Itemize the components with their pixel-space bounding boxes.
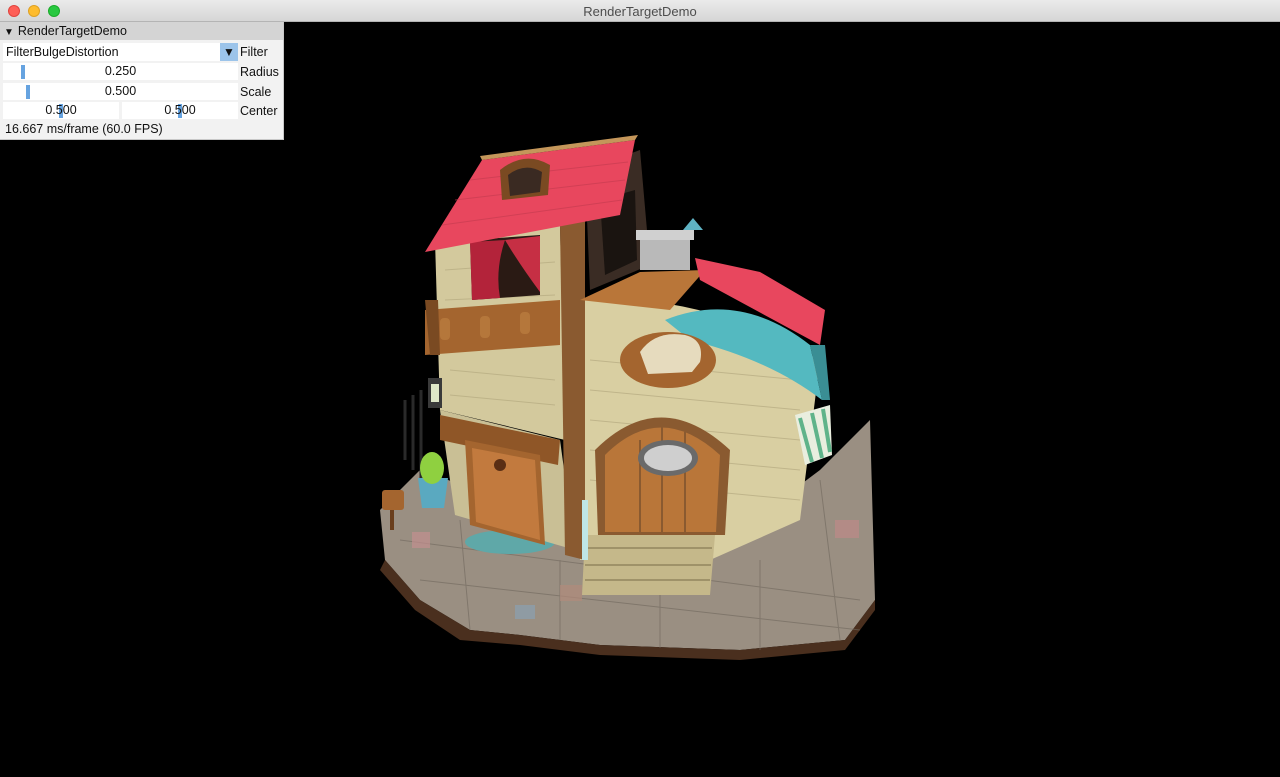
center-slider-group: 0.500 0.500 (3, 102, 238, 119)
window-title: RenderTargetDemo (583, 4, 697, 19)
filter-combo[interactable]: FilterBulgeDistortion ▼ (3, 43, 238, 61)
scale-slider-handle[interactable] (26, 85, 30, 99)
window-titlebar[interactable]: RenderTargetDemo (0, 0, 1280, 22)
center-label: Center (240, 104, 278, 118)
scale-value: 0.500 (104, 84, 137, 98)
frame-stats: 16.667 ms/frame (60.0 FPS) (5, 122, 163, 136)
imgui-panel: ▼ RenderTargetDemo FilterBulgeDistortion … (0, 22, 284, 140)
panel-header[interactable]: ▼ RenderTargetDemo (0, 22, 283, 40)
panel-title: RenderTargetDemo (17, 24, 127, 38)
center-y-slider[interactable]: 0.500 (122, 102, 238, 119)
center-y-value: 0.500 (164, 103, 196, 117)
scale-label: Scale (240, 85, 272, 99)
collapse-triangle-icon[interactable]: ▼ (4, 27, 14, 38)
filter-combo-value: FilterBulgeDistortion (6, 45, 119, 59)
radius-label: Radius (240, 65, 279, 79)
radius-slider-handle[interactable] (20, 65, 25, 79)
filter-label: Filter (240, 45, 268, 59)
radius-value: 0.250 (104, 64, 137, 78)
radius-slider[interactable]: 0.250 (3, 63, 238, 80)
scale-slider[interactable]: 0.500 (3, 83, 238, 100)
center-x-slider[interactable]: 0.500 (3, 102, 119, 119)
combo-triangle-icon[interactable]: ▼ (220, 43, 238, 61)
center-x-value: 0.500 (45, 103, 77, 117)
